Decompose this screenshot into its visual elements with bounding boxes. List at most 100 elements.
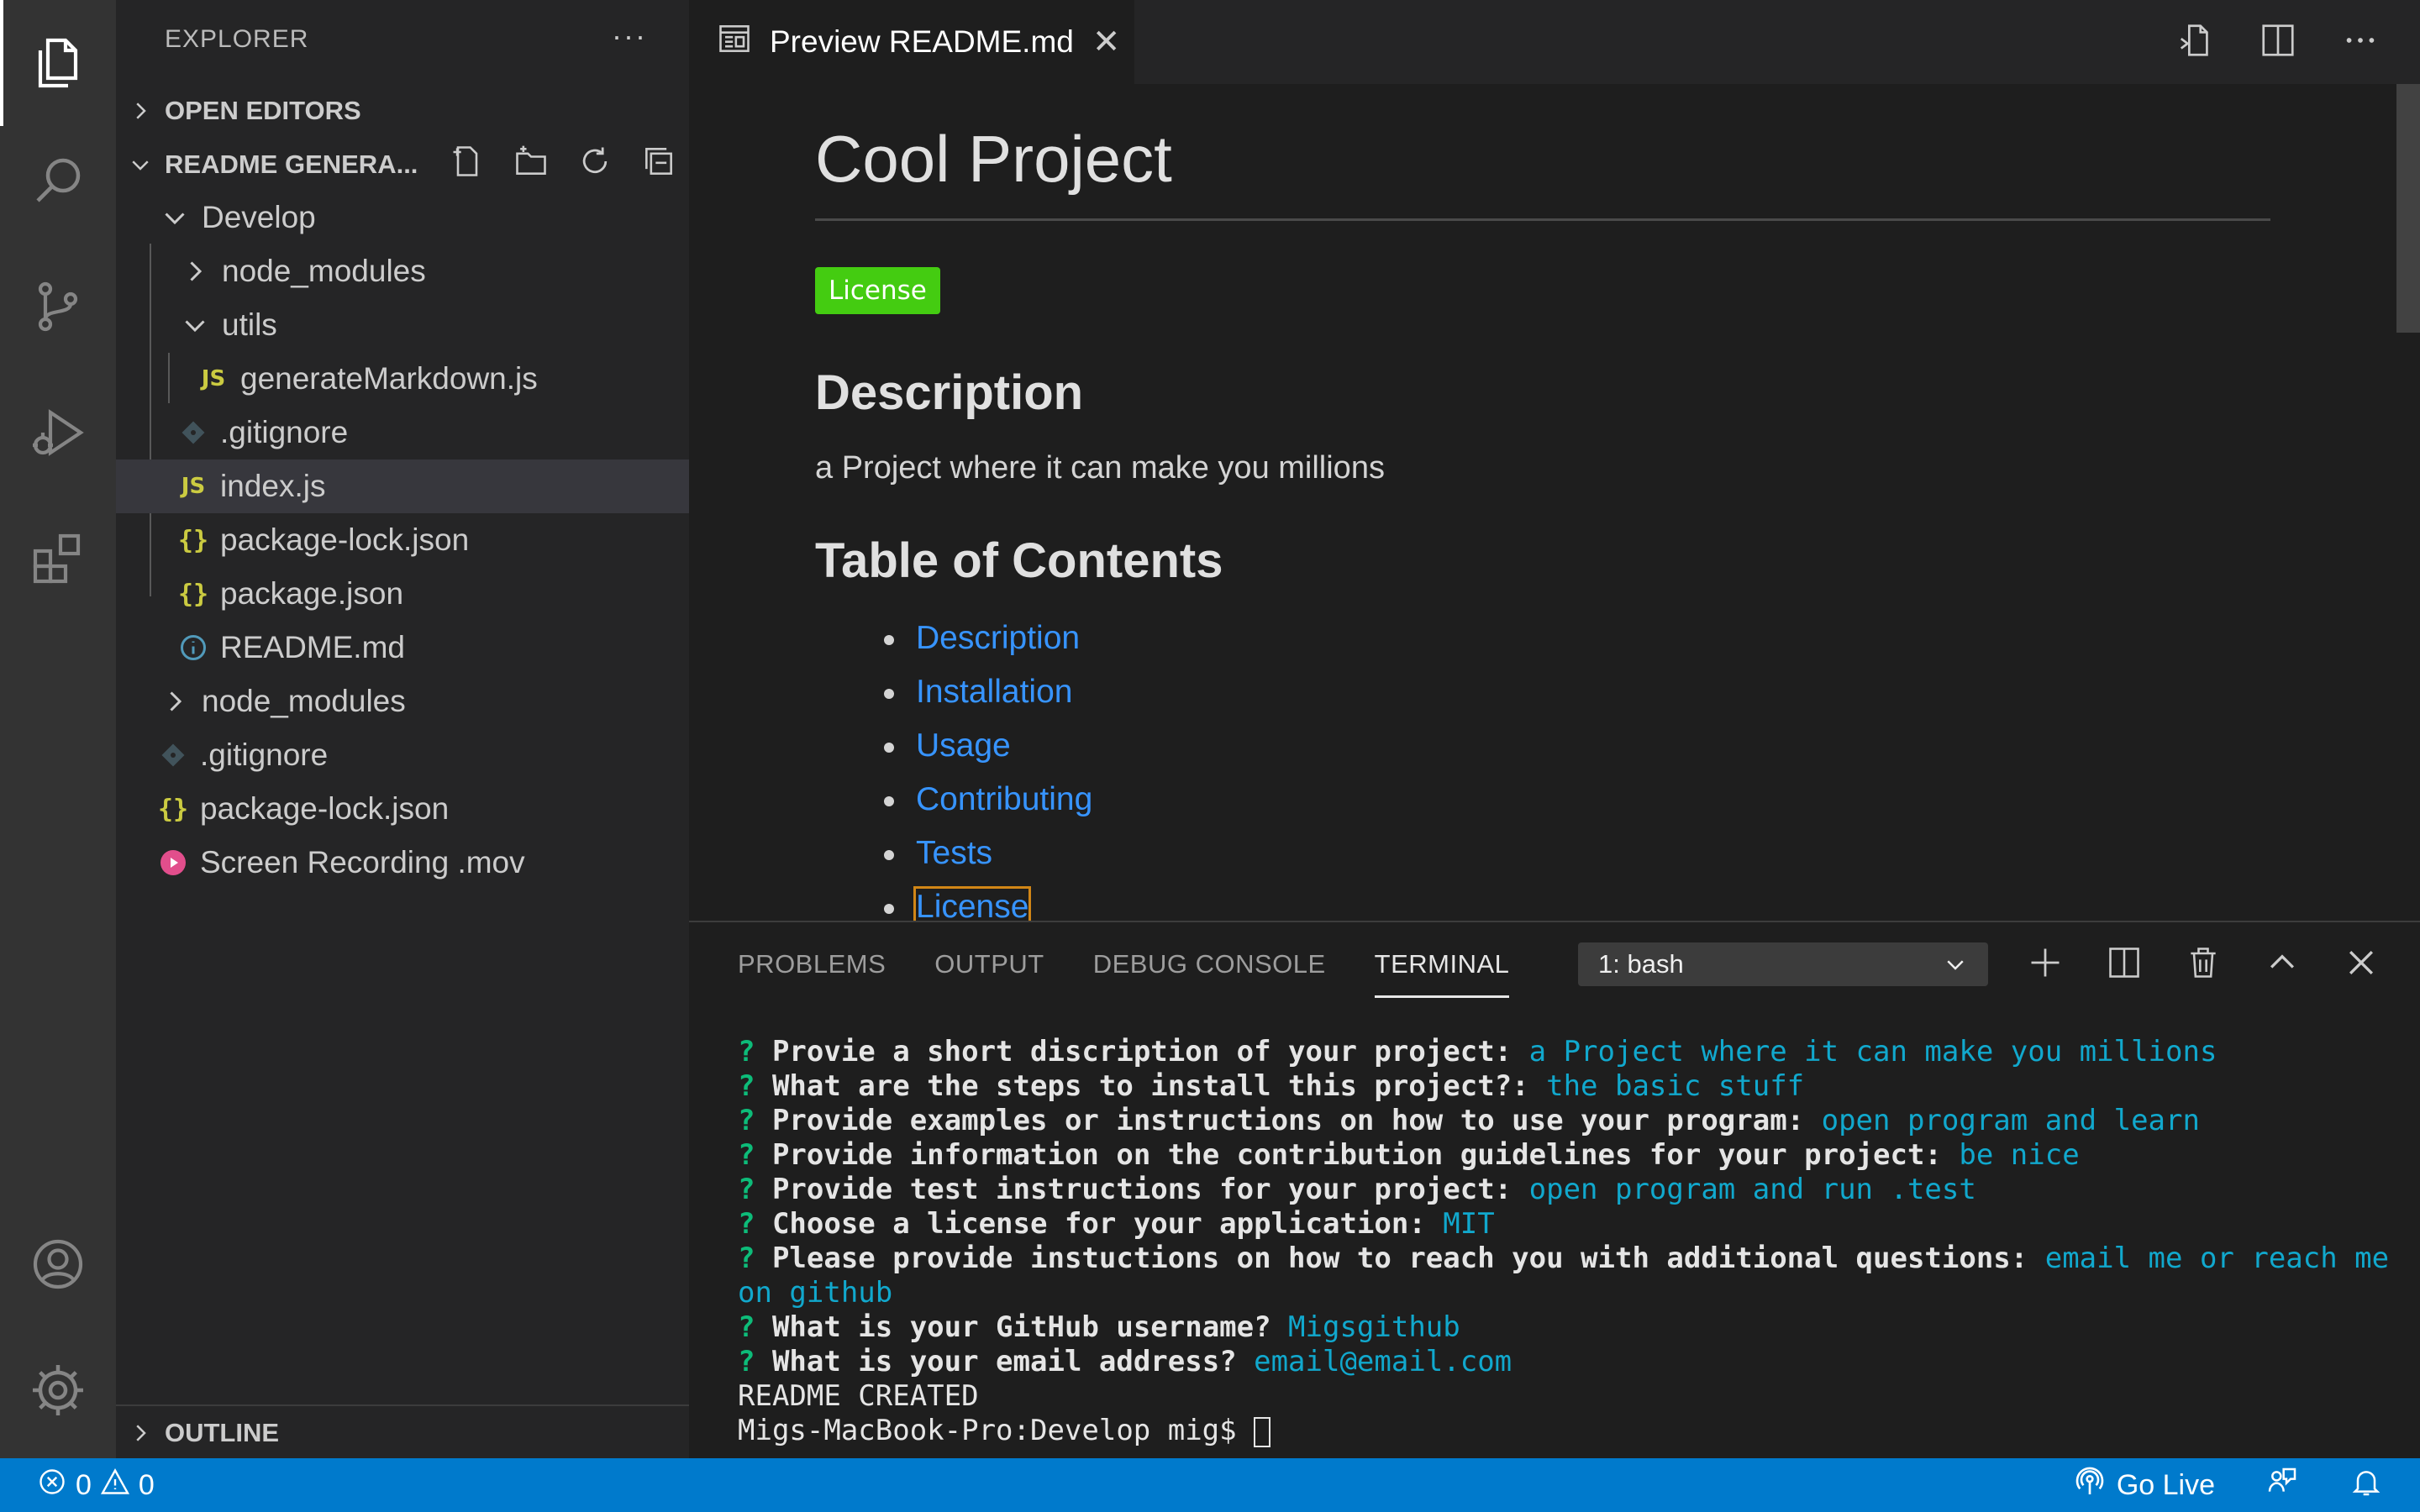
collapse-all-icon[interactable] [640,143,677,186]
toc-link-contributing[interactable]: Contributing [883,773,1092,827]
tab-preview-readme[interactable]: Preview README.md ✕ [689,0,1134,84]
close-panel-icon[interactable] [2343,944,2380,985]
description-text: a Project where it can make you millions [815,450,1385,486]
description-heading: Description [815,365,1084,420]
refresh-icon[interactable] [576,143,613,186]
terminal-line: ? Choose a license for your application:… [738,1207,1495,1241]
preview-icon [716,20,770,65]
tree-item-label: README.md [220,630,405,664]
tab-debug-console[interactable]: DEBUG CONSOLE [1093,949,1326,979]
more-actions-icon[interactable] [2341,21,2380,64]
terminal-select[interactable]: 1: bash [1578,942,1988,986]
tree-item-gitignore[interactable]: .gitignore [116,406,689,459]
terminal-cursor [1254,1416,1271,1447]
problems-status[interactable]: 0 0 [37,1458,155,1512]
tree-item-utils[interactable]: utils [116,298,689,352]
git-file-icon [156,738,190,772]
scrollbar-thumb[interactable] [2396,84,2420,333]
tree-item-label: Develop [202,200,316,234]
tree-item-label: node_modules [202,684,406,718]
maximize-panel-icon[interactable] [2264,944,2301,985]
status-bar: 0 0 Go Live [0,1458,2420,1512]
trash-icon[interactable] [2185,944,2222,985]
tree-item-screen-recording[interactable]: Screen Recording .mov [116,836,689,890]
bottom-panel: PROBLEMS OUTPUT DEBUG CONSOLE TERMINAL 1… [689,921,2420,1458]
source-control-icon[interactable] [0,244,116,370]
chevron-right-icon [116,1420,165,1446]
toc-heading: Table of Contents [815,533,1223,588]
new-folder-icon[interactable] [513,143,550,186]
tree-item-label: package-lock.json [200,791,450,826]
run-debug-icon[interactable] [0,370,116,496]
workspace-section[interactable]: README GENERA... [116,138,689,192]
tab-terminal[interactable]: TERMINAL [1374,949,1510,998]
tree-item-package-lock-root[interactable]: {} package-lock.json [116,782,689,836]
tree-item-label: node_modules [222,254,426,288]
outline-section[interactable]: OUTLINE [116,1406,689,1460]
tree-item-label: package.json [220,576,404,611]
go-live-label: Go Live [2116,1468,2215,1501]
tree-item-label: package-lock.json [220,522,470,557]
chevron-down-icon [178,308,212,342]
explorer-sidebar: EXPLORER ··· OPEN EDITORS README GENERA.… [116,0,689,1458]
tab-problems[interactable]: PROBLEMS [738,949,886,979]
tree-item-package-json[interactable]: {} package.json [116,567,689,621]
tree-item-label: utils [222,307,277,342]
go-live-button[interactable]: Go Live [2073,1465,2215,1506]
notifications-bell-icon[interactable] [2349,1465,2383,1506]
toc-list: Description Installation Usage Contribut… [883,612,1092,921]
more-actions-icon[interactable]: ··· [612,18,647,54]
toc-link-tests[interactable]: Tests [883,827,1092,880]
new-terminal-icon[interactable] [2027,944,2064,985]
tree-item-generatemarkdown[interactable]: JS generateMarkdown.js [116,352,689,406]
split-terminal-icon[interactable] [2106,944,2143,985]
terminal-output[interactable]: ? Provie a short discription of your pro… [738,1035,2402,1448]
chevron-down-icon [116,152,165,177]
extensions-icon[interactable] [0,496,116,622]
toc-link-installation[interactable]: Installation [883,665,1092,719]
tree-item-label: .gitignore [200,738,329,772]
tree-item-package-lock[interactable]: {} package-lock.json [116,513,689,567]
open-editors-section[interactable]: OPEN EDITORS [116,84,689,138]
tree-item-gitignore-root[interactable]: .gitignore [116,728,689,782]
warning-count: 0 [138,1468,155,1501]
chevron-down-icon [158,201,192,234]
terminal-prompt-line: Migs-MacBook-Pro:Develop mig$ [738,1414,2402,1448]
info-file-icon [176,631,210,664]
tab-label: Preview README.md [770,24,1074,59]
js-file-icon: JS [201,366,226,391]
outline-label: OUTLINE [165,1418,280,1447]
js-file-icon: JS [181,474,206,499]
split-editor-icon[interactable] [2259,21,2297,64]
tree-item-node-modules-root[interactable]: node_modules [116,675,689,728]
explorer-icon[interactable] [0,0,116,126]
terminal-line: on github [738,1276,893,1310]
terminal-line: ? What are the steps to install this pro… [738,1069,1805,1103]
tree-item-develop[interactable]: Develop [116,191,689,244]
tree-item-node-modules[interactable]: node_modules [116,244,689,298]
media-file-icon [156,846,190,879]
toc-link-license[interactable]: License [883,880,1092,921]
feedback-icon[interactable] [2265,1465,2299,1506]
tree-item-index-js[interactable]: JS index.js [116,459,689,513]
settings-gear-icon[interactable] [0,1327,116,1453]
accounts-icon[interactable] [0,1201,116,1327]
terminal-line: README CREATED [738,1379,979,1413]
open-source-icon[interactable] [2176,21,2215,64]
search-icon[interactable] [0,118,116,244]
warning-icon [100,1467,130,1504]
tree-item-label: generateMarkdown.js [240,361,538,396]
tree-item-label: Screen Recording .mov [200,845,525,879]
close-icon[interactable]: ✕ [1092,23,1121,61]
tree-item-readme[interactable]: README.md [116,621,689,675]
explorer-title: EXPLORER [165,25,309,53]
toc-link-usage[interactable]: Usage [883,719,1092,773]
tree-item-label: index.js [220,469,326,503]
new-file-icon[interactable] [449,143,486,186]
license-badge[interactable]: License [815,267,940,314]
terminal-line: ? Provide information on the contributio… [738,1138,2080,1172]
activity-bar [0,0,116,1458]
tab-output[interactable]: OUTPUT [934,949,1044,979]
chevron-down-icon [1947,960,1964,970]
toc-link-description[interactable]: Description [883,612,1092,665]
